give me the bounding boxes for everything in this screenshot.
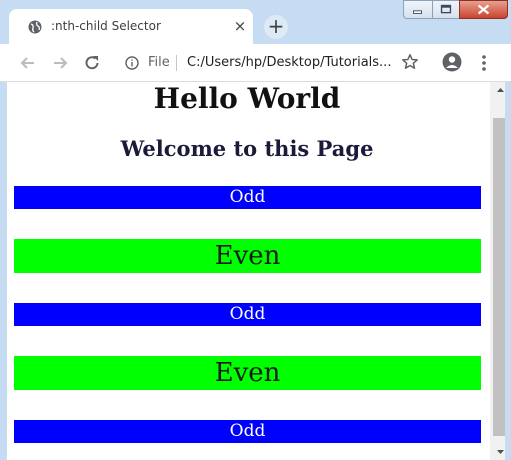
list-item-even: Even <box>14 356 481 390</box>
arrow-left-icon[interactable] <box>18 53 38 73</box>
list-item-even: Even <box>14 239 481 273</box>
tab-close-icon[interactable]: × <box>233 19 247 34</box>
new-tab-button[interactable]: + <box>264 15 288 39</box>
info-icon[interactable] <box>125 56 139 70</box>
tab-nth-child-selector[interactable]: :nth-child Selector × <box>9 9 253 44</box>
globe-icon <box>28 20 42 34</box>
browser-toolbar: File C:/Users/hp/Desktop/Tutorials... <box>0 44 511 82</box>
page-viewport: Hello World Welcome to this Page Odd Eve… <box>0 82 511 460</box>
close-icon <box>477 4 490 15</box>
list-item-odd: Odd <box>14 186 481 209</box>
minimize-button[interactable] <box>403 0 433 19</box>
avatar-icon[interactable] <box>442 52 462 72</box>
list-item-odd: Odd <box>14 303 481 326</box>
url-text[interactable]: C:/Users/hp/Desktop/Tutorials... <box>187 55 391 70</box>
maximize-icon <box>440 4 452 14</box>
protocol-label: File <box>148 55 170 70</box>
window-frame-right <box>505 82 511 460</box>
window-frame-left <box>0 82 7 460</box>
address-bar[interactable]: File C:/Users/hp/Desktop/Tutorials... <box>112 49 432 77</box>
maximize-button[interactable] <box>432 0 460 19</box>
tab-title: :nth-child Selector <box>51 19 161 33</box>
window-controls <box>403 0 508 20</box>
title-bar: :nth-child Selector × + <box>0 0 511 44</box>
star-icon[interactable] <box>401 53 419 71</box>
minimize-icon <box>413 10 423 14</box>
page-content: Hello World Welcome to this Page Odd Eve… <box>0 82 490 460</box>
page-heading: Hello World <box>153 82 341 115</box>
list-item-odd: Odd <box>14 420 481 443</box>
arrow-right-icon[interactable] <box>50 53 70 73</box>
page-subheading: Welcome to this Page <box>120 136 374 161</box>
omnibox-divider <box>176 55 177 71</box>
three-dots-icon[interactable] <box>477 53 491 73</box>
close-window-button[interactable] <box>459 0 508 19</box>
reload-icon[interactable] <box>82 53 102 73</box>
